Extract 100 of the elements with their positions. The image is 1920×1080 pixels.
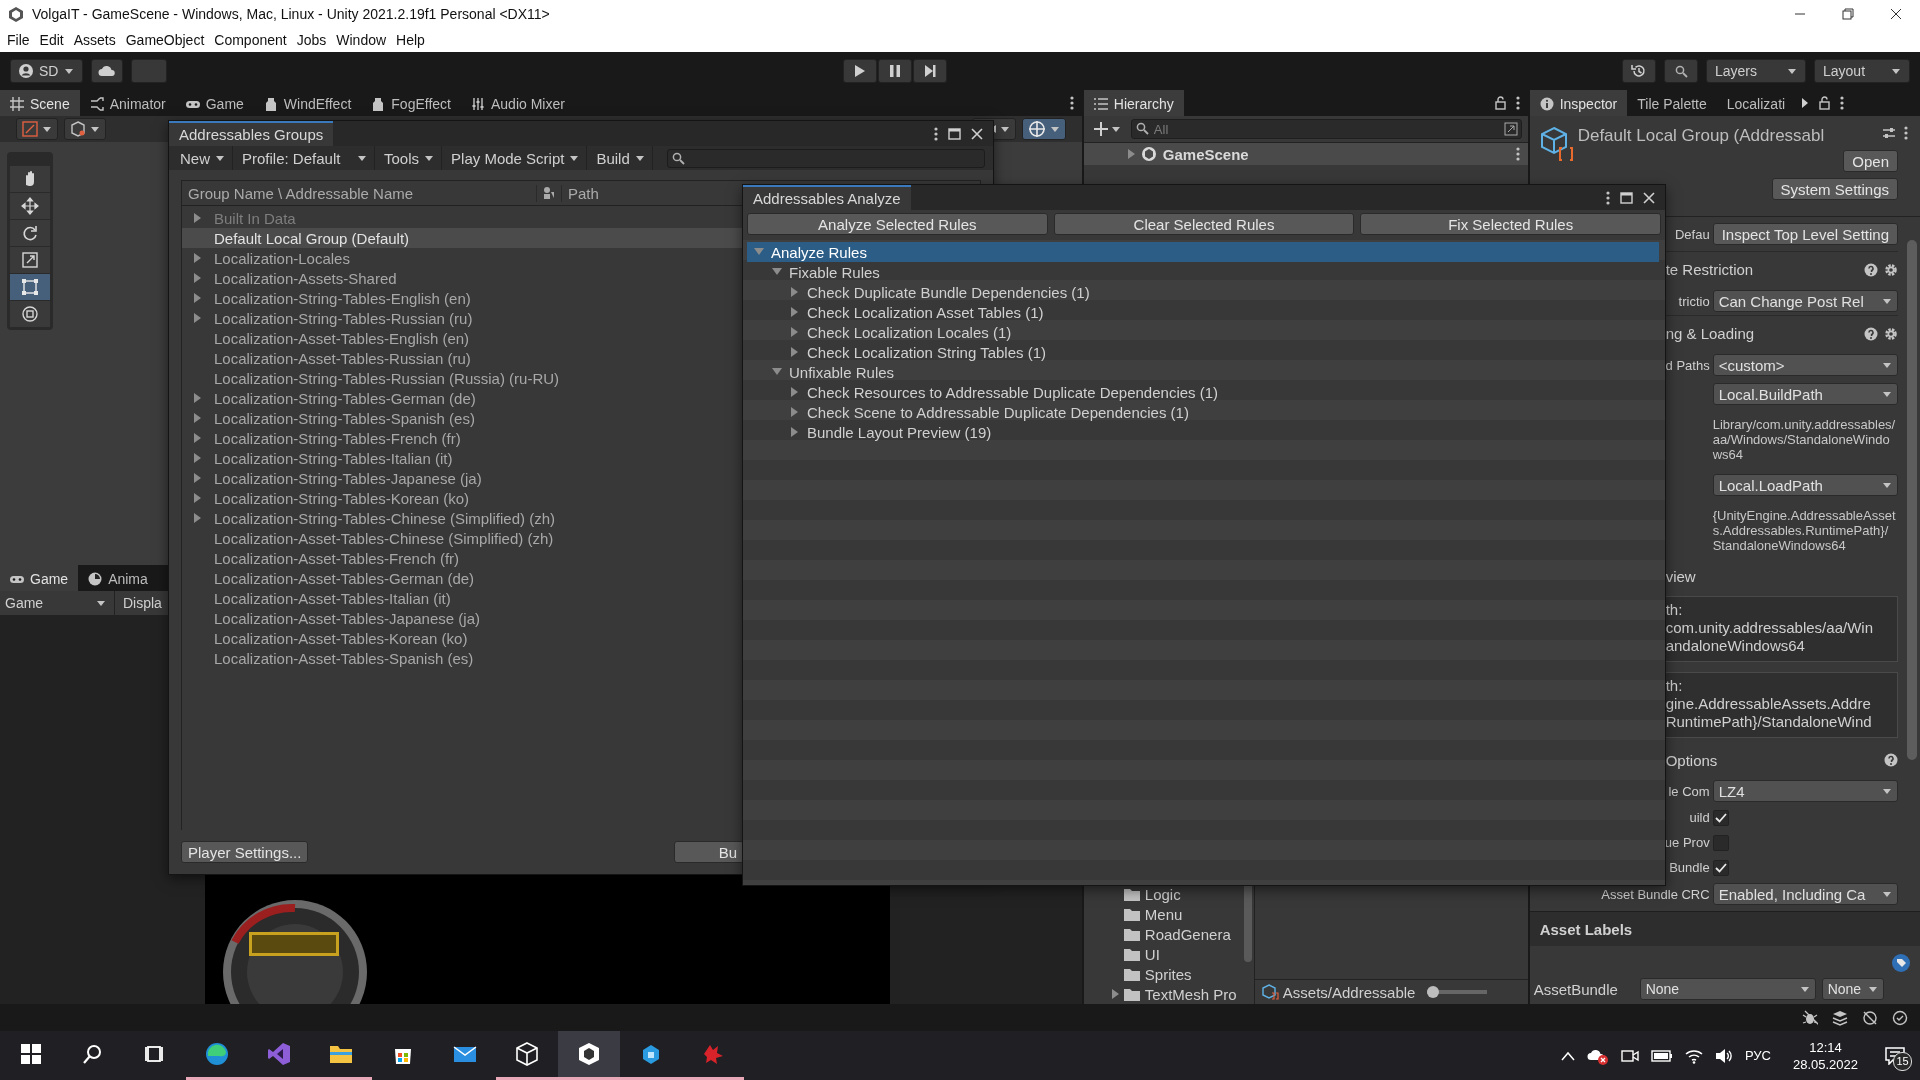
dropdown[interactable]: None <box>1639 978 1816 1000</box>
dropdown[interactable]: Local.BuildPath <box>1712 383 1898 405</box>
folder-item[interactable]: Menu <box>1109 904 1183 924</box>
help-icon[interactable] <box>1864 326 1878 341</box>
toolbar-dropdown[interactable]: Tools <box>377 146 443 170</box>
rule-row[interactable]: Check Localization String Tables (1) <box>747 342 1659 362</box>
group-row[interactable]: Localization-Asset-Tables-German (de) <box>182 568 980 588</box>
folder-item[interactable]: Sprites <box>1109 964 1192 984</box>
tool-button[interactable] <box>10 301 50 327</box>
more-icon[interactable] <box>1840 96 1845 110</box>
notifications-button[interactable]: 15 <box>1880 1040 1910 1071</box>
rule-row[interactable]: Fixable Rules <box>747 262 1659 282</box>
dropdown[interactable]: <custom> <box>1712 354 1898 376</box>
rule-row[interactable]: Bundle Layout Preview (19) <box>747 422 1659 442</box>
clock[interactable]: 12:14 28.05.2022 <box>1782 1038 1868 1073</box>
folder-item[interactable]: Logic <box>1109 884 1181 904</box>
toolbar-option[interactable]: Displa <box>115 595 170 611</box>
dropdown[interactable]: LZ4 <box>1712 780 1898 802</box>
play-button[interactable] <box>842 59 877 83</box>
search-field[interactable] <box>666 148 985 168</box>
wifi-icon[interactable] <box>1684 1047 1703 1064</box>
rule-action-button[interactable]: Clear Selected Rules <box>1053 213 1355 235</box>
build-button[interactable]: Bu <box>674 841 744 863</box>
tool-button[interactable] <box>10 220 50 246</box>
panel-tab[interactable]: Hierarchy <box>1083 90 1184 116</box>
debug-icon[interactable] <box>1802 1009 1818 1026</box>
help-icon[interactable] <box>1884 753 1898 767</box>
menu-title[interactable]: File <box>2 31 35 48</box>
layers-dropdown[interactable]: Layers <box>1706 59 1806 83</box>
folder-item[interactable]: RoadGenera <box>1109 924 1231 944</box>
panel-tab[interactable]: Scene <box>0 90 80 116</box>
panel-tab[interactable]: Animator <box>79 90 176 116</box>
language-indicator[interactable]: РУС <box>1744 1048 1771 1063</box>
label-icon[interactable] <box>1892 954 1910 972</box>
close-icon[interactable] <box>1890 7 1902 20</box>
panel-tab[interactable]: FogEffect <box>361 90 461 116</box>
taskbar-app[interactable] <box>558 1031 620 1080</box>
tool-button[interactable] <box>10 274 50 300</box>
expand-icon[interactable] <box>1503 122 1518 136</box>
shading-button[interactable] <box>64 118 106 140</box>
toolbar-dropdown[interactable]: Build <box>589 146 653 170</box>
menu-title[interactable]: Edit <box>34 31 69 48</box>
search-button[interactable] <box>1664 59 1698 83</box>
rule-row[interactable]: Check Localization Asset Tables (1) <box>747 302 1659 322</box>
menu-title[interactable]: GameObject <box>120 31 210 48</box>
tool-button[interactable] <box>10 247 50 273</box>
draw-mode-button[interactable] <box>16 118 58 140</box>
dropdown[interactable]: Enabled, Including Ca <box>1712 883 1898 905</box>
more-icon[interactable] <box>1069 96 1074 110</box>
menu-title[interactable]: Help <box>391 31 430 48</box>
panel-tab[interactable]: WindEffect <box>253 90 362 116</box>
rule-row[interactable]: Check Resources to Addressable Duplicate Dependencies (1) <box>747 382 1659 402</box>
rule-row[interactable]: Unfixable Rules <box>747 362 1659 382</box>
toolbar-dropdown[interactable]: New <box>173 146 233 170</box>
chevron-up-icon[interactable] <box>1560 1050 1575 1061</box>
inspect-settings-button[interactable]: Inspect Top Level Setting <box>1712 223 1898 245</box>
dropdown[interactable]: Can Change Post Rel <box>1712 290 1898 312</box>
restore-icon[interactable] <box>1842 7 1854 20</box>
group-row[interactable]: Localization-Asset-Tables-Italian (it) <box>182 588 980 608</box>
more-icon[interactable] <box>1515 96 1520 110</box>
pause-button[interactable] <box>877 59 912 83</box>
panel-tab[interactable]: Game <box>175 90 254 116</box>
menu-title[interactable]: Window <box>331 31 392 48</box>
toolbar-dropdown[interactable]: Play Mode Script <box>444 146 588 170</box>
more-icon[interactable] <box>934 126 938 141</box>
panel-tab[interactable]: Anima <box>78 565 158 591</box>
more-icon[interactable] <box>1515 147 1520 161</box>
folder-item[interactable]: TextMesh Pro <box>1109 984 1237 1004</box>
search-field[interactable]: All <box>1130 119 1522 139</box>
scene-row[interactable]: GameScene <box>1083 143 1528 165</box>
rule-row[interactable]: Check Localization Locales (1) <box>747 322 1659 342</box>
checkbox[interactable] <box>1712 859 1729 876</box>
scroll-tabs-icon[interactable] <box>1801 97 1810 109</box>
slider-thumb[interactable] <box>1427 986 1440 998</box>
settings-icon[interactable] <box>1884 326 1898 341</box>
maximize-icon[interactable] <box>948 127 961 140</box>
panel-tab[interactable]: Inspector <box>1529 90 1628 116</box>
layers-icon[interactable] <box>1832 1009 1848 1026</box>
layout-dropdown[interactable]: Layout <box>1814 59 1910 83</box>
window-tab[interactable]: Addressables Analyze <box>743 185 911 210</box>
tool-button[interactable] <box>10 193 50 219</box>
cloud-button[interactable] <box>91 59 124 83</box>
rule-row[interactable]: Check Scene to Addressable Duplicate Dependencies (1) <box>747 402 1659 422</box>
lock-icon[interactable] <box>1494 96 1506 110</box>
panel-tab[interactable]: Tile Palette <box>1627 90 1717 116</box>
toolbar-dropdown[interactable]: Profile: Default <box>235 146 375 170</box>
rule-row[interactable]: Check Duplicate Bundle Dependencies (1) <box>747 282 1659 302</box>
rule-row[interactable]: Analyze Rules <box>747 242 1659 262</box>
checkbox[interactable] <box>1712 809 1729 826</box>
window-tab[interactable]: Addressables Groups <box>169 121 334 146</box>
volume-icon[interactable] <box>1714 1047 1733 1064</box>
menu-title[interactable]: Jobs <box>291 31 332 48</box>
player-settings-button[interactable]: Player Settings... <box>181 841 309 863</box>
maximize-icon[interactable] <box>1620 191 1633 204</box>
rule-action-button[interactable]: Analyze Selected Rules <box>747 213 1048 235</box>
battery-icon[interactable] <box>1650 1049 1673 1062</box>
tool-button[interactable] <box>10 166 50 192</box>
folder-item[interactable]: UI <box>1109 944 1160 964</box>
inspector-button[interactable]: System Settings <box>1771 178 1898 200</box>
help-icon[interactable] <box>1864 262 1878 277</box>
